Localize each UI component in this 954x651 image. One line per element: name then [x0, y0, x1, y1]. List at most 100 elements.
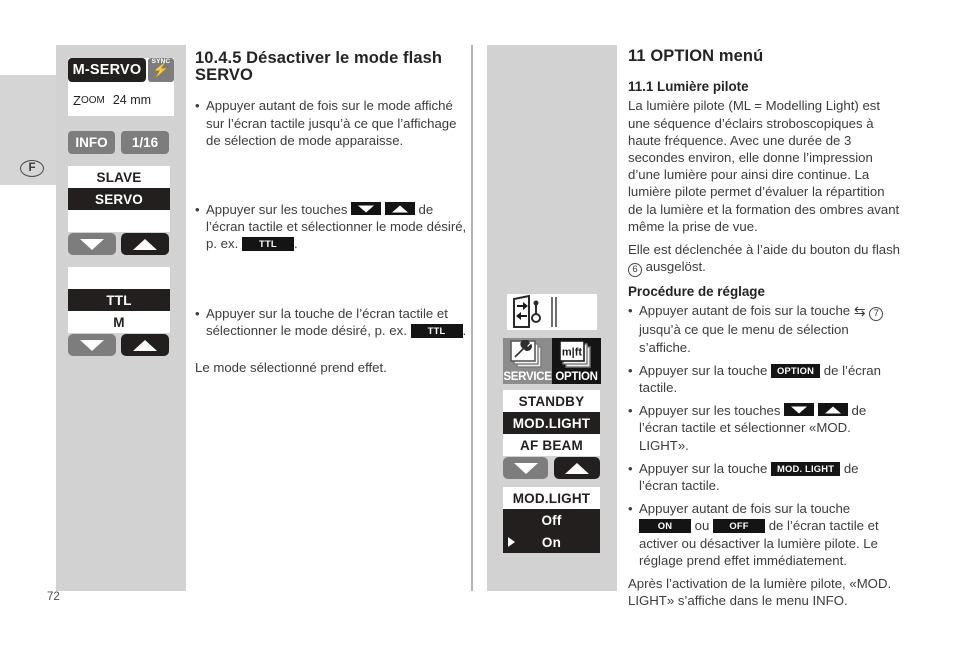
- closing-text: Après l’activation de la lumière pilote,…: [628, 576, 892, 609]
- ttl-chip: TTL: [241, 237, 294, 252]
- ratio-button[interactable]: 1/16: [121, 131, 169, 154]
- column-divider: [471, 45, 473, 591]
- flash-sync-mode-icon: [513, 295, 541, 328]
- lcd-mode-strip: [507, 294, 597, 330]
- zoom-value: 24 mm: [112, 93, 152, 107]
- middle-text-column: 10.4.5 Désactiver le mode flash SERVO Ap…: [195, 49, 467, 382]
- list-item-label: On: [541, 534, 562, 550]
- service-label: SERVICE: [503, 371, 552, 383]
- list-item-label: AF BEAM: [520, 437, 583, 453]
- instruction-bullet: Appuyer sur la touche de l’écran tactile…: [195, 305, 467, 339]
- list-item[interactable]: On: [503, 531, 600, 553]
- modlight-chip: MOD. LIGHT: [770, 461, 841, 476]
- list-item[interactable]: SERVO: [68, 188, 170, 210]
- instruction-bullet: Appuyer autant de fois sur la touche ⇆ 7…: [628, 302, 900, 355]
- arrow-down-icon: [80, 339, 104, 351]
- selection-marker-icon: [508, 537, 515, 547]
- arrow-down-icon: [80, 238, 104, 250]
- bullet-text-pre: Appuyer sur les touches: [206, 202, 348, 218]
- arrow-up-button[interactable]: [121, 334, 169, 356]
- list-title-label: MOD.LIGHT: [512, 490, 591, 506]
- arrow-up-button[interactable]: [554, 457, 600, 479]
- list-item-label: Off: [541, 512, 562, 528]
- option-chip: OPTION: [770, 363, 821, 378]
- arrow-down-button[interactable]: [68, 233, 116, 255]
- list-item[interactable]: TTL: [68, 289, 170, 311]
- list-item[interactable]: [68, 267, 170, 289]
- bullet-text-post: .: [293, 236, 298, 252]
- language-badge: F: [20, 160, 44, 177]
- arrow-down-button[interactable]: [68, 334, 116, 356]
- zoom-label-rest: OOM: [80, 94, 105, 106]
- option-label: OPTION: [555, 371, 598, 383]
- zoom-label-first: Z: [73, 92, 81, 108]
- procedure-heading: Procédure de réglage: [628, 284, 765, 300]
- instruction-bullet: Appuyer sur les touches de l’écran tacti…: [195, 201, 467, 253]
- list-item[interactable]: M: [68, 311, 170, 333]
- sync-arrows-icon: ⇆: [853, 303, 866, 320]
- arrow-down-icon: [513, 462, 538, 474]
- step-text-pre: Appuyer autant de fois sur la touche: [639, 303, 851, 319]
- list-item[interactable]: Off: [503, 509, 600, 531]
- list-item[interactable]: MOD.LIGHT: [503, 412, 600, 434]
- info-button[interactable]: INFO: [68, 131, 115, 154]
- list-item[interactable]: AF BEAM: [503, 434, 600, 456]
- instruction-bullet: Appuyer sur la touche MOD. LIGHT de l’éc…: [628, 460, 900, 494]
- instruction-bullet: Appuyer autant de fois sur la touche ON …: [628, 500, 900, 569]
- lcd-servo-display: M-SERVO SYNC ⚡ Z OOM 24 mm: [68, 58, 174, 116]
- off-chip: OFF: [713, 519, 766, 534]
- arrow-up-icon: [565, 462, 589, 474]
- page-number: 72: [47, 591, 60, 603]
- list-item[interactable]: [68, 210, 170, 232]
- instruction-bullet: Appuyer sur les touches de l’écran tacti…: [628, 402, 900, 454]
- closing-text: Le mode sélectionné prend effet.: [195, 360, 387, 376]
- section-heading: 10.4.5 Désactiver le mode flash SERVO: [195, 49, 443, 85]
- option-tile[interactable]: m|ft OPTION: [552, 338, 601, 384]
- manual-page: F 72 M-SERVO SYNC ⚡ Z OOM 24 mm INFO 1/16…: [0, 0, 954, 651]
- instruction-bullet: Appuyer sur la touche OPTION de l’écran …: [628, 362, 900, 396]
- arrow-up-icon: [133, 238, 157, 250]
- on-chip: ON: [639, 519, 691, 534]
- flash-bolt-icon: ⚡: [152, 62, 170, 77]
- list-item-label: M: [113, 314, 125, 330]
- mft-cards-icon: m|ft: [559, 340, 591, 368]
- section-subheading: 11.1 Lumière pilote: [628, 79, 749, 95]
- list-item-label: SLAVE: [96, 169, 142, 185]
- list-item-label: TTL: [106, 292, 132, 308]
- service-tile[interactable]: SERVICE: [503, 338, 552, 384]
- step-text-pre: Appuyer autant de fois sur la touche: [639, 501, 851, 517]
- bullet-text-post: .: [462, 322, 467, 338]
- arrow-up-button[interactable]: [121, 233, 169, 255]
- svg-text:m|ft: m|ft: [562, 347, 583, 359]
- list-item-label: MOD.LIGHT: [512, 415, 591, 431]
- callout-number-6: 6: [628, 263, 642, 278]
- arrow-down-button[interactable]: [503, 457, 548, 479]
- list-item[interactable]: STANDBY: [503, 390, 600, 412]
- arrow-up-icon: [133, 339, 157, 351]
- step-text-pre: Appuyer sur la touche: [639, 362, 768, 378]
- ttl-chip: TTL: [410, 323, 463, 338]
- body-paragraph: La lumière pilote (ML = Modelling Light)…: [628, 98, 900, 234]
- list-item-label: STANDBY: [518, 393, 585, 409]
- arrow-up-icon: [817, 403, 848, 417]
- list-item-label: SERVO: [94, 191, 144, 207]
- zoom-readout: Z OOM 24 mm: [68, 84, 174, 116]
- menu-icon-pair: SERVICE m|ft OPTION: [503, 338, 601, 384]
- body-paragraph: Elle est déclenchée à l’aide du bouton d…: [628, 241, 900, 278]
- arrow-down-icon: [784, 403, 815, 417]
- list-item[interactable]: SLAVE: [68, 166, 170, 188]
- lcd-flash-mode-list: TTL M: [68, 267, 170, 333]
- callout-number-7: 7: [869, 307, 884, 322]
- lcd-option-menu-list: STANDBY MOD.LIGHT AF BEAM: [503, 390, 600, 456]
- signal-bars-icon: [551, 297, 558, 327]
- mode-tag-m-servo: M-SERVO: [68, 58, 146, 82]
- step-text-pre: Appuyer sur la touche: [639, 460, 768, 476]
- step-text-pre: Appuyer sur les touches: [639, 403, 781, 419]
- list-title: MOD.LIGHT: [503, 487, 600, 509]
- paragraph-text-post: ausgelöst.: [645, 259, 706, 275]
- wrench-cards-icon: [510, 340, 542, 368]
- arrow-down-icon: [351, 202, 382, 216]
- arrow-up-icon: [384, 202, 415, 216]
- instruction-bullet: Appuyer autant de fois sur le mode affic…: [195, 97, 467, 149]
- lcd-modlight-list: MOD.LIGHT Off On: [503, 487, 600, 553]
